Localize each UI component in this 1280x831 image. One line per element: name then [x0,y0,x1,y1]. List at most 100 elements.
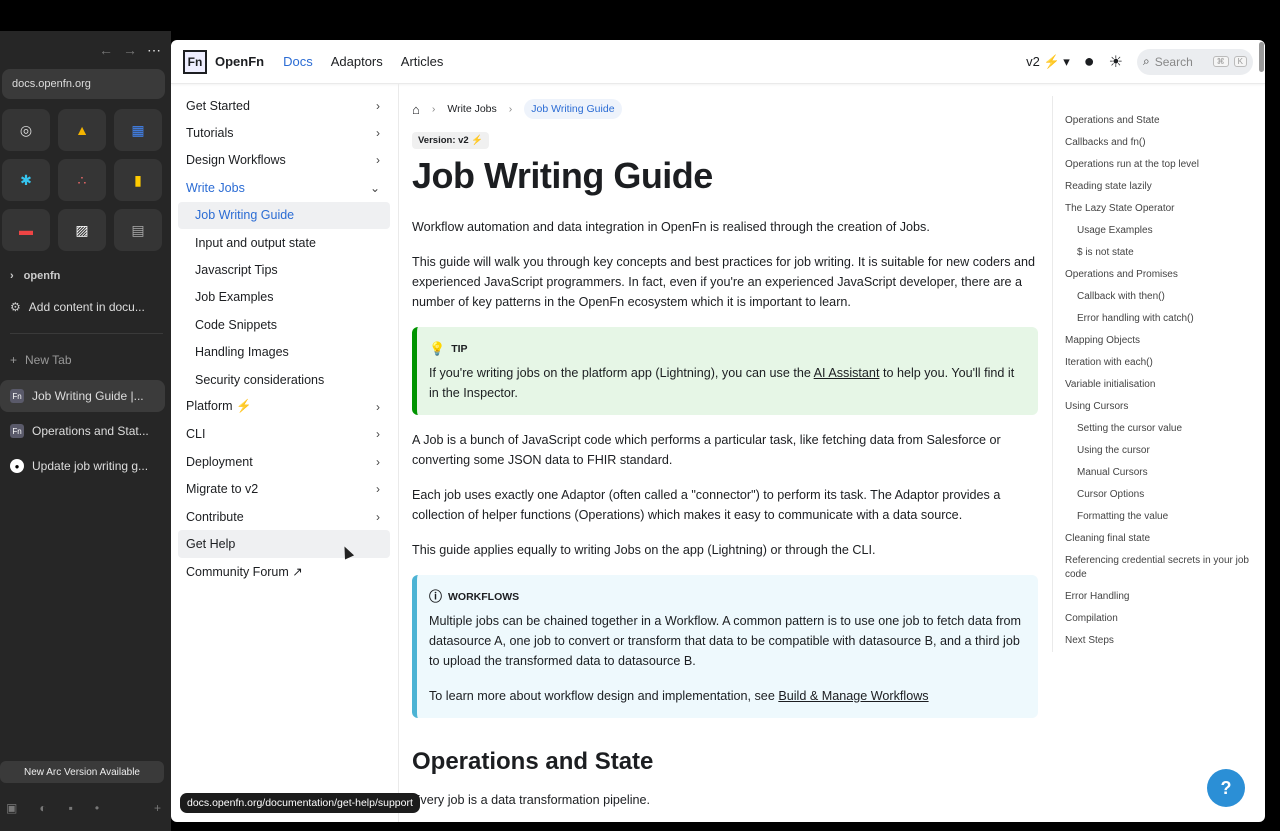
toc-item[interactable]: Variable initialisation [1065,374,1252,396]
browser-tab[interactable]: ● Update job writing g... [0,450,165,482]
sidebar-item-get-started[interactable]: Get Started › [178,92,390,119]
toc-item[interactable]: Mapping Objects [1065,330,1252,352]
toc-item[interactable]: Usage Examples [1065,220,1252,242]
toc-item[interactable]: Manual Cursors [1065,462,1252,484]
browser-sidebar: ← → ⋯ docs.openfn.org ◎ ▲ ▦ ✱ ∴ ▮ ▬ ▨ ▤ … [0,31,171,831]
forward-icon[interactable]: → [123,42,137,58]
toc-item[interactable]: Callbacks and fn() [1065,132,1252,154]
sidebar-item-community-forum[interactable]: Community Forum ↗ [178,558,390,585]
toc-item[interactable]: Setting the cursor value [1065,418,1252,440]
sidebar-item-platform[interactable]: Platform ⚡ › [178,393,390,420]
github-icon[interactable]: ● [1084,51,1095,72]
sidebar-item-cli[interactable]: CLI › [178,421,390,448]
version-dropdown[interactable]: v2 ⚡ ▾ [1026,54,1070,70]
sidebar-item-job-examples[interactable]: Job Examples [178,284,390,311]
update-banner[interactable]: New Arc Version Available [0,761,164,783]
toc-item[interactable]: Error Handling [1065,586,1252,608]
toc-item[interactable]: Cleaning final state [1065,528,1252,550]
favorite-slack-icon[interactable]: ✱ [2,159,50,201]
browser-tab[interactable]: Fn Job Writing Guide |... [0,380,165,412]
toc-item[interactable]: Operations and Promises [1065,264,1252,286]
pinned-tab[interactable]: ⚙ Add content in docu... [0,291,165,323]
home-icon[interactable]: ⌂ [412,102,420,117]
version-badge: Version: v2 ⚡ [412,132,490,149]
build-workflows-link[interactable]: Build & Manage Workflows [778,689,928,703]
nav-adaptors[interactable]: Adaptors [322,54,392,69]
toc-item[interactable]: Compilation [1065,608,1252,630]
theme-toggle-icon[interactable]: ☀ [1109,52,1123,72]
top-nav: Docs Adaptors Articles [274,54,452,69]
openfn-favicon-icon: Fn [10,389,24,403]
favorite-asana-icon[interactable]: ∴ [58,159,106,201]
favorite-app-icon[interactable]: ▬ [2,209,50,251]
sidebar-item-handling-images[interactable]: Handling Images [178,339,390,366]
paragraph: Each job uses exactly one Adaptor (often… [412,488,1001,522]
toc-item[interactable]: $ is not state [1065,242,1252,264]
add-space-icon[interactable]: + [154,801,161,815]
sidebar-item-deployment[interactable]: Deployment › [178,448,390,475]
dot-icon[interactable]: • [95,801,99,815]
toc-item[interactable]: Operations and State [1065,110,1252,132]
sidebar-item-security[interactable]: Security considerations [178,366,390,393]
sidebar-item-migrate[interactable]: Migrate to v2 › [178,475,390,502]
favorite-monday-icon[interactable]: ▮ [114,159,162,201]
new-tab-button[interactable]: + New Tab [0,344,165,376]
nav-docs[interactable]: Docs [274,54,322,69]
browser-tab[interactable]: Fn Operations and Stat... [0,415,165,447]
favorite-notion-icon[interactable]: ▨ [58,209,106,251]
toc-item[interactable]: Formatting the value [1065,506,1252,528]
toc-item[interactable]: Using Cursors [1065,396,1252,418]
toc-item[interactable]: Iteration with each() [1065,352,1252,374]
chevron-right-icon: › [10,270,14,282]
library-icon[interactable]: ◐ [39,801,46,815]
space-icon[interactable]: ▪ [69,801,73,815]
breadcrumb-current: Job Writing Guide [524,99,622,119]
paragraph: Every job is a data transformation pipel… [412,793,651,807]
chevron-right-icon: › [431,103,436,115]
archive-icon[interactable]: ▣ [6,801,17,815]
divider [10,333,163,334]
search-button[interactable]: ⌕ Search ⌘ K [1137,48,1253,75]
favorite-sheet-icon[interactable]: ▤ [114,209,162,251]
favorites-grid: ◎ ▲ ▦ ✱ ∴ ▮ ▬ ▨ ▤ [2,109,164,251]
ai-assistant-link[interactable]: AI Assistant [814,366,880,380]
favorite-calendar-icon[interactable]: ▦ [114,109,162,151]
toc-item[interactable]: Using the cursor [1065,440,1252,462]
site-logo[interactable]: Fn OpenFn [183,49,264,74]
chevron-right-icon: › [376,427,380,442]
breadcrumb: ⌂ › Write Jobs › Job Writing Guide [412,96,1038,122]
back-icon[interactable]: ← [99,42,113,58]
toc-item[interactable]: Callback with then() [1065,286,1252,308]
toc-item[interactable]: Cursor Options [1065,484,1252,506]
favorite-drive-icon[interactable]: ▲ [58,109,106,151]
tip-admonition: 💡 TIP If you're writing jobs on the plat… [412,327,1038,415]
folder-openfn[interactable]: › openfn [0,265,171,287]
lightbulb-icon: 💡 [429,341,446,356]
chevron-right-icon: › [376,126,380,141]
toc-item[interactable]: Reading state lazily [1065,176,1252,198]
sidebar-item-contribute[interactable]: Contribute › [178,503,390,530]
more-icon[interactable]: ⋯ [147,42,161,59]
admonition-body: Multiple jobs can be chained together in… [429,614,1022,668]
toc-item[interactable]: The Lazy State Operator [1065,198,1252,220]
help-button[interactable]: ? [1207,769,1245,807]
scrollbar[interactable] [1259,42,1264,72]
breadcrumb-write-jobs[interactable]: Write Jobs [447,103,496,115]
sidebar-item-code-snippets[interactable]: Code Snippets [178,311,390,338]
sidebar-item-input-output-state[interactable]: Input and output state [178,229,390,256]
toc-item[interactable]: Next Steps [1065,630,1252,652]
favorite-chatgpt-icon[interactable]: ◎ [2,109,50,151]
sidebar-item-get-help[interactable]: Get Help [178,530,390,558]
sidebar-item-design-workflows[interactable]: Design Workflows › [178,147,390,174]
sidebar-item-job-writing-guide[interactable]: Job Writing Guide [178,201,390,229]
nav-articles[interactable]: Articles [392,54,453,69]
sidebar-item-javascript-tips[interactable]: Javascript Tips [178,256,390,283]
toc-item[interactable]: Referencing credential secrets in your j… [1065,550,1252,586]
openfn-favicon-icon: Fn [10,424,24,438]
admonition-heading: 💡 TIP [429,339,1024,359]
toc-item[interactable]: Error handling with catch() [1065,308,1252,330]
sidebar-item-tutorials[interactable]: Tutorials › [178,119,390,146]
toc-item[interactable]: Operations run at the top level [1065,154,1252,176]
sidebar-item-write-jobs[interactable]: Write Jobs ⌄ [178,174,390,201]
url-bar[interactable]: docs.openfn.org [2,69,165,99]
